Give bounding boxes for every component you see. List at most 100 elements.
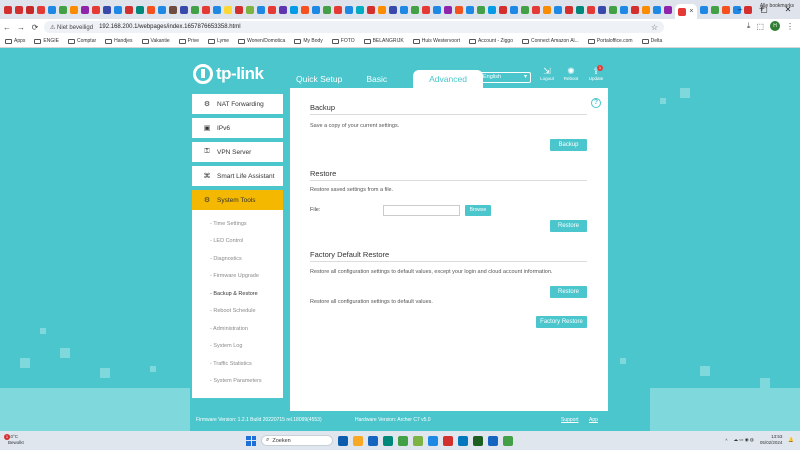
tab-favicon-icon[interactable]	[114, 5, 122, 14]
taskbar-app-icon[interactable]	[353, 435, 363, 446]
taskbar-app-icon[interactable]	[398, 435, 408, 446]
taskbar-app-icon[interactable]	[458, 435, 468, 446]
tab-favicon-icon[interactable]	[433, 5, 441, 14]
tab-favicon-icon[interactable]	[169, 5, 177, 14]
taskbar-app-icon[interactable]	[488, 435, 498, 446]
tab-favicon-icon[interactable]	[466, 5, 474, 14]
tab-favicon-icon[interactable]	[301, 5, 309, 14]
tab-quick-setup[interactable]: Quick Setup	[284, 70, 354, 89]
back-icon[interactable]: ←	[0, 23, 14, 32]
submenu-system-log[interactable]: - System Log	[210, 343, 242, 349]
tab-favicon-icon[interactable]	[147, 5, 155, 14]
bookmark-item[interactable]: Delta	[641, 38, 662, 44]
bookmark-item[interactable]: Vakantie	[141, 38, 170, 44]
restore-button[interactable]: Restore	[550, 220, 587, 232]
tab-favicon-icon[interactable]	[202, 5, 210, 14]
url-input[interactable]: ⚠ Niet beveiligd 192.168.200.1/webpages/…	[44, 21, 664, 33]
file-path-input[interactable]	[383, 205, 460, 216]
bookmark-item[interactable]: Comptar	[67, 38, 96, 44]
tab-favicon-icon[interactable]	[653, 5, 661, 14]
bookmark-item[interactable]: Wonen/Domotica	[238, 38, 285, 44]
forward-icon[interactable]: →	[14, 23, 28, 32]
tab-favicon-icon[interactable]	[455, 5, 463, 14]
tab-favicon-icon[interactable]	[268, 5, 276, 14]
bookmark-item[interactable]: Lyme	[208, 38, 229, 44]
tab-favicon-icon[interactable]	[554, 5, 562, 14]
tab-favicon-icon[interactable]	[400, 5, 408, 14]
tab-favicon-icon[interactable]	[70, 5, 78, 14]
tab-favicon-icon[interactable]	[323, 5, 331, 14]
notification-bell-icon[interactable]: 🔔	[788, 437, 794, 443]
tab-favicon-icon[interactable]	[213, 5, 221, 14]
sidebar-item-nat-forwarding[interactable]: ⚙ NAT Forwarding	[192, 94, 283, 114]
tab-favicon-icon[interactable]	[700, 5, 708, 14]
reload-icon[interactable]: ⟳	[28, 23, 42, 32]
submenu-reboot-schedule[interactable]: - Reboot Schedule	[210, 308, 256, 314]
submenu-firmware-upgrade[interactable]: - Firmware Upgrade	[210, 273, 259, 279]
tab-favicon-icon[interactable]	[532, 5, 540, 14]
tab-favicon-icon[interactable]	[246, 5, 254, 14]
submenu-system-parameters[interactable]: - System Parameters	[210, 378, 262, 384]
bookmark-item[interactable]: Apps	[5, 38, 25, 44]
tab-favicon-icon[interactable]	[92, 5, 100, 14]
tab-favicon-icon[interactable]	[642, 5, 650, 14]
submenu-time-settings[interactable]: - Time Settings	[210, 221, 247, 227]
tab-favicon-icon[interactable]	[576, 5, 584, 14]
minimize-button[interactable]: –	[728, 0, 752, 19]
tab-favicon-icon[interactable]	[488, 5, 496, 14]
taskbar-app-icon[interactable]	[503, 435, 513, 446]
bookmark-item[interactable]: ENGIE	[34, 38, 59, 44]
logout-button[interactable]: ⇲ Logout	[537, 66, 557, 81]
tab-favicon-icon[interactable]	[587, 5, 595, 14]
tab-favicon-icon[interactable]	[4, 5, 12, 14]
bookmark-item[interactable]: Prive	[178, 38, 199, 44]
browser-menu-icon[interactable]: ⋮	[786, 22, 794, 31]
tab-favicon-icon[interactable]	[257, 5, 265, 14]
bookmark-item[interactable]: Portaloffice.com	[587, 38, 633, 44]
tab-favicon-icon[interactable]	[422, 5, 430, 14]
close-tab-icon[interactable]: ×	[689, 8, 693, 15]
tab-favicon-icon[interactable]	[411, 5, 419, 14]
tab-favicon-icon[interactable]	[609, 5, 617, 14]
tab-favicon-icon[interactable]	[631, 5, 639, 14]
tab-favicon-icon[interactable]	[367, 5, 375, 14]
language-select[interactable]: English	[479, 72, 531, 83]
tab-favicon-icon[interactable]	[334, 5, 342, 14]
tab-favicon-icon[interactable]	[103, 5, 111, 14]
tray-overflow-icon[interactable]: ^	[725, 438, 727, 443]
sidebar-item-smart-life[interactable]: ⌘ Smart Life Assistant	[192, 166, 283, 186]
tab-basic[interactable]: Basic	[354, 70, 399, 89]
tab-favicon-icon[interactable]	[543, 5, 551, 14]
tab-favicon-icon[interactable]	[664, 5, 672, 14]
tab-favicon-icon[interactable]	[235, 5, 243, 14]
active-tab[interactable]: ×	[675, 4, 697, 19]
tab-favicon-icon[interactable]	[389, 5, 397, 14]
backup-button[interactable]: Backup	[550, 139, 587, 151]
taskbar-search[interactable]: ⌕ Zoeken	[261, 435, 333, 446]
reboot-button[interactable]: ✺ Reboot	[561, 66, 581, 81]
tab-favicon-icon[interactable]	[279, 5, 287, 14]
taskbar-app-icon[interactable]	[428, 435, 438, 446]
bookmark-item[interactable]: My Body	[294, 38, 323, 44]
tray-status-icons[interactable]: ☁ ▭ ◉ ◍	[734, 437, 754, 443]
tab-favicon-icon[interactable]	[620, 5, 628, 14]
bookmark-item[interactable]: Account - Ziggo	[468, 38, 513, 44]
tab-favicon-icon[interactable]	[158, 5, 166, 14]
taskbar-app-icon[interactable]	[368, 435, 378, 446]
tab-favicon-icon[interactable]	[444, 5, 452, 14]
sidebar-item-ipv6[interactable]: ▣ IPv6	[192, 118, 283, 138]
tab-favicon-icon[interactable]	[521, 5, 529, 14]
tab-favicon-icon[interactable]	[312, 5, 320, 14]
windows-start-icon[interactable]	[246, 435, 256, 446]
tab-favicon-icon[interactable]	[477, 5, 485, 14]
tab-favicon-icon[interactable]	[191, 5, 199, 14]
profile-avatar[interactable]: H	[770, 21, 780, 31]
submenu-traffic-statistics[interactable]: - Traffic Statistics	[210, 361, 252, 367]
sidebar-item-vpn-server[interactable]: ⚿ VPN Server	[192, 142, 283, 162]
update-button[interactable]: 1 ⇪ Update	[586, 65, 606, 81]
support-link[interactable]: Support	[561, 417, 579, 423]
tab-favicon-icon[interactable]	[15, 5, 23, 14]
tab-advanced[interactable]: Advanced	[413, 70, 483, 89]
taskbar-app-icon[interactable]	[443, 435, 453, 446]
extensions-icon[interactable]: ⬚	[756, 22, 764, 31]
